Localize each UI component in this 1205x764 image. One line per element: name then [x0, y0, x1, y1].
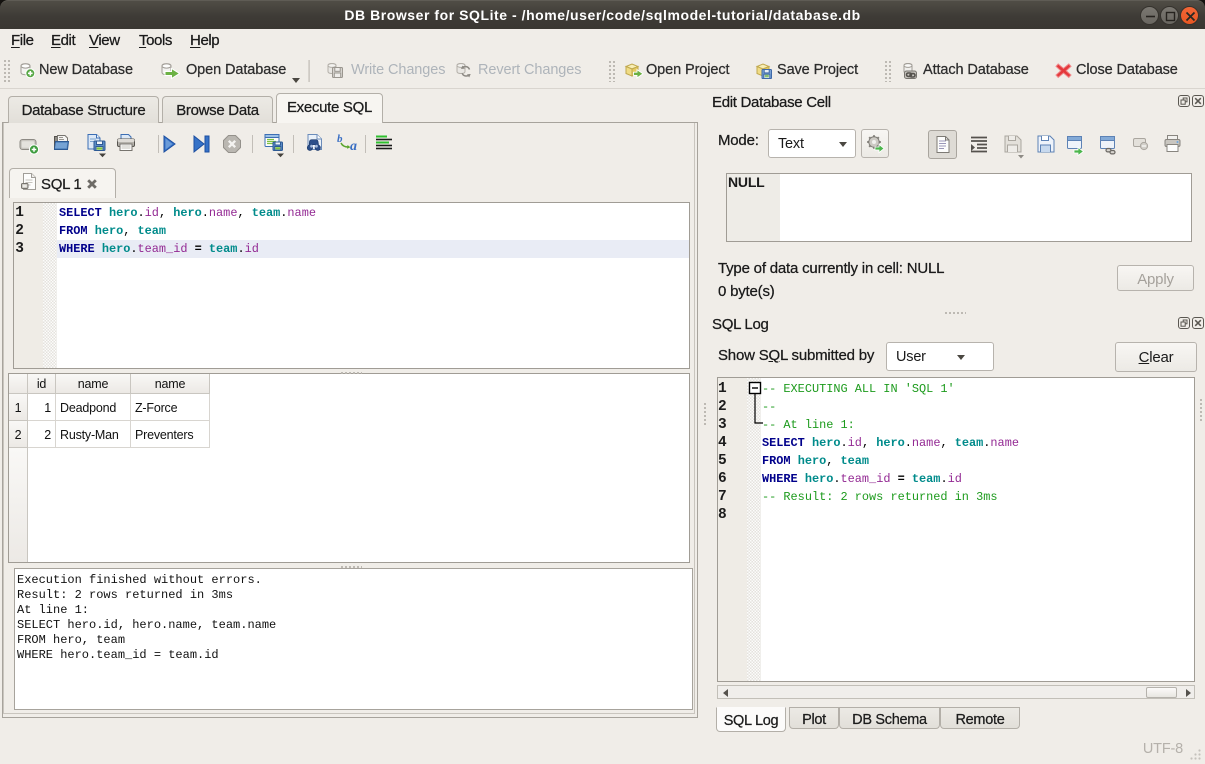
svg-text:b: b	[337, 133, 343, 145]
svg-text:a: a	[350, 139, 357, 154]
